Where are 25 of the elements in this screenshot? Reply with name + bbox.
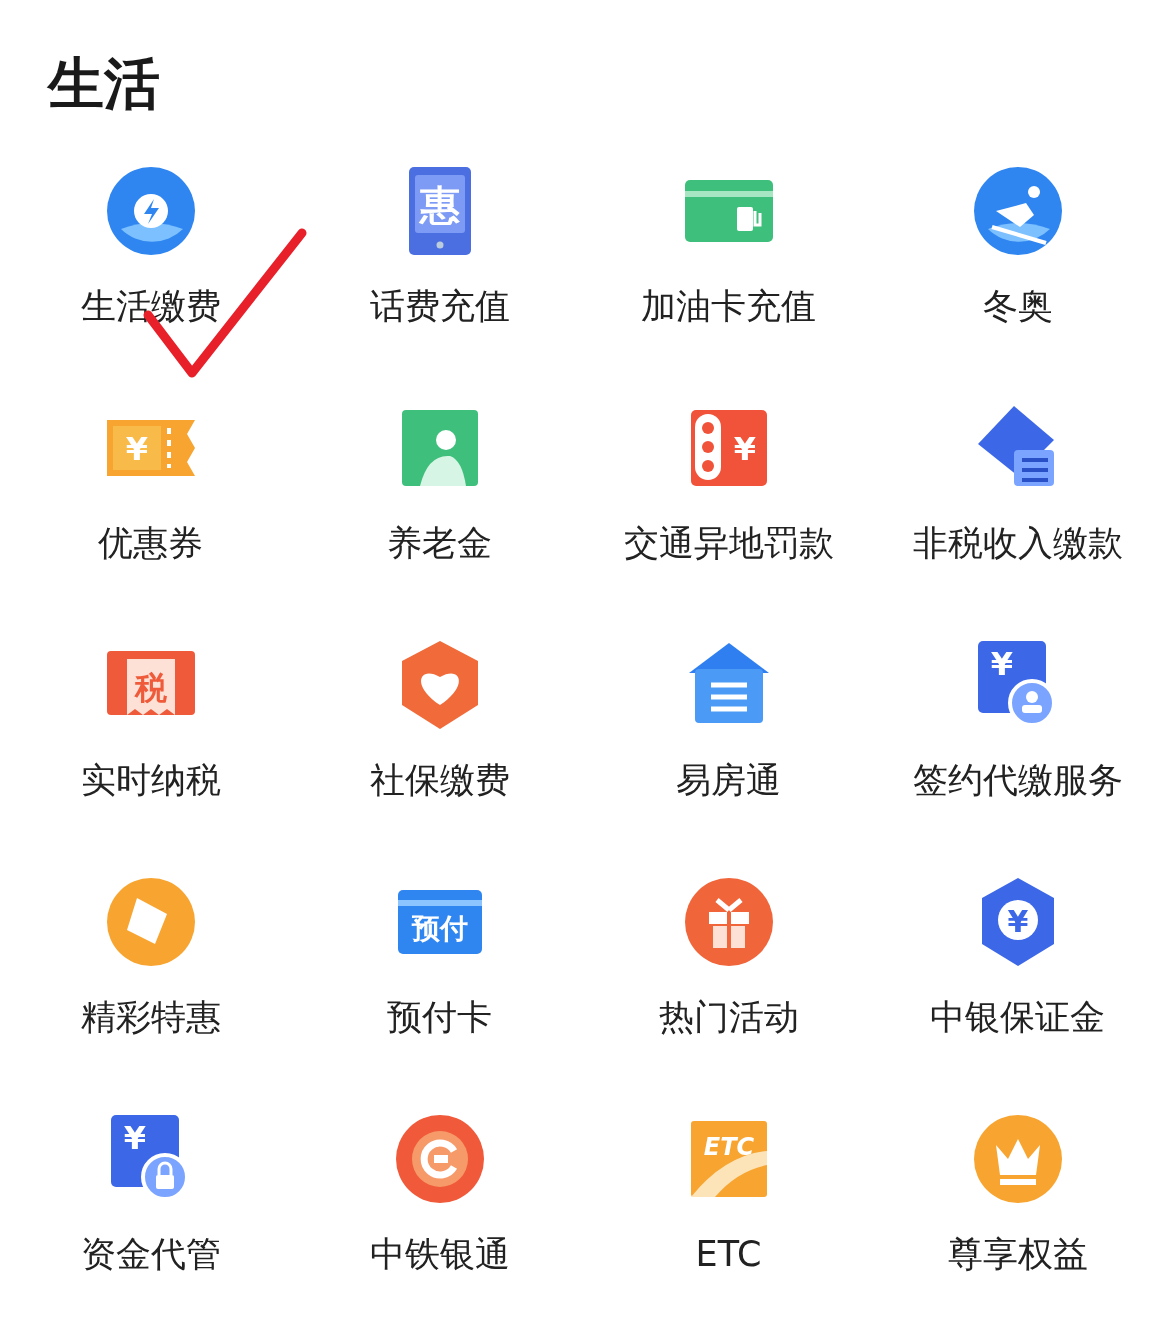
service-label[interactable]: 加油卡充值 (641, 285, 816, 327)
service-label[interactable]: 社保缴费 (369, 759, 510, 801)
service-label[interactable]: 非税收入缴款 (912, 522, 1123, 564)
service-label[interactable]: 签约代缴服务 (912, 759, 1123, 801)
service-label[interactable]: 优惠券 (98, 522, 203, 564)
service-label[interactable]: 热门活动 (658, 996, 799, 1038)
service-label[interactable]: 中铁银通 (369, 1233, 510, 1275)
circle-logo-icon (395, 1115, 484, 1203)
gift-icon (684, 878, 773, 966)
tag-icon (106, 878, 195, 966)
service-label[interactable]: 实时纳税 (80, 759, 221, 801)
service-label[interactable]: 冬奥 (982, 285, 1053, 327)
service-label[interactable]: 资金代管 (80, 1233, 221, 1275)
service-label[interactable]: 话费充值 (369, 285, 510, 327)
service-label[interactable]: 中银保证金 (930, 996, 1105, 1038)
service-label[interactable]: 预付卡 (387, 996, 492, 1038)
crown-icon (973, 1115, 1062, 1203)
service-label[interactable]: 养老金 (387, 522, 492, 564)
service-label[interactable]: 尊享权益 (947, 1233, 1088, 1275)
service-label[interactable]: 精彩特惠 (80, 996, 221, 1038)
service-label[interactable]: ETC (695, 1233, 762, 1275)
section-title: 生活 (46, 50, 161, 118)
service-label[interactable]: 交通异地罚款 (623, 522, 834, 564)
bolt-icon (106, 167, 195, 255)
service-label[interactable]: 易房通 (676, 759, 781, 801)
